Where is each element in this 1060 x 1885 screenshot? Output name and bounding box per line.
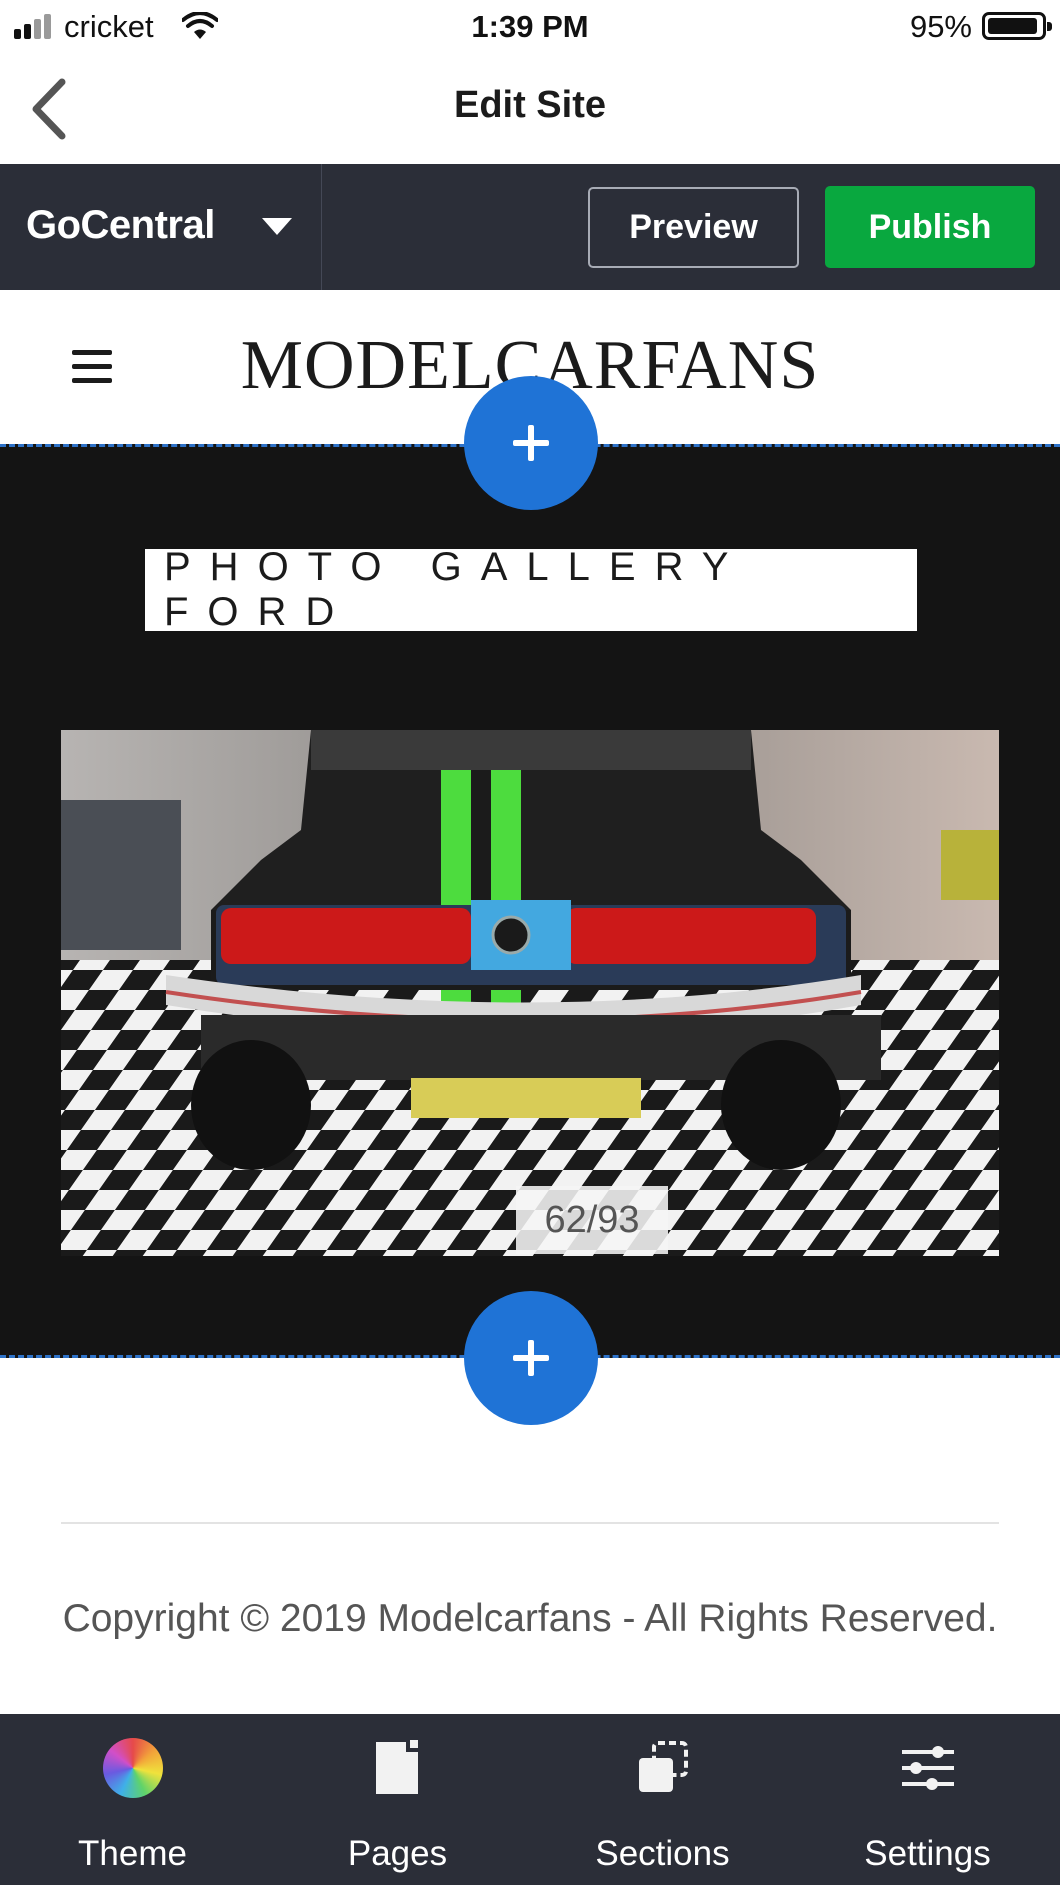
sliders-icon	[901, 1746, 954, 1790]
gallery-photo[interactable]: 62/93	[61, 730, 999, 1256]
brand-label: GoCentral	[26, 203, 215, 247]
tab-label: Sections	[595, 1834, 730, 1873]
page-title: Edit Site	[453, 84, 607, 126]
sections-icon	[638, 1741, 688, 1792]
tab-theme[interactable]: Theme	[0, 1714, 265, 1885]
tab-label: Settings	[864, 1834, 991, 1873]
add-section-button-bottom[interactable]	[464, 1291, 598, 1425]
page-icon	[375, 1740, 418, 1794]
gallery-title: PHOTO GALLERY FORD	[164, 545, 747, 634]
gallery-title-box: PHOTO GALLERY FORD	[145, 545, 917, 634]
color-wheel-icon	[102, 1738, 163, 1798]
add-section-button-top[interactable]	[464, 376, 598, 510]
brand-menu-button[interactable]: GoCentral	[0, 164, 322, 290]
car-photo-image	[61, 730, 999, 1256]
editor-toolbar: GoCentral Preview Publish	[0, 164, 1060, 290]
battery-icon	[982, 12, 1052, 40]
preview-button[interactable]: Preview	[588, 187, 799, 268]
tab-sections[interactable]: Sections	[530, 1714, 795, 1885]
bottom-tab-bar: Theme Pages Sections Settings	[0, 1714, 1060, 1885]
photo-counter: 62/93	[516, 1186, 668, 1254]
caret-down-icon	[262, 218, 292, 235]
battery-fill	[988, 18, 1037, 34]
tab-settings[interactable]: Settings	[795, 1714, 1060, 1885]
footer-divider	[61, 1522, 999, 1524]
status-time: 1:39 PM	[471, 9, 589, 44]
publish-button[interactable]: Publish	[825, 186, 1035, 268]
tab-label: Theme	[78, 1834, 187, 1873]
navigation-bar: Edit Site	[0, 54, 1060, 164]
gallery-section[interactable]: PHOTO GALLERY FORD 62/93	[0, 444, 1060, 1358]
battery-percent: 95%	[909, 9, 972, 44]
status-bar: cricket 1:39 PM 95%	[0, 0, 1060, 54]
copyright-text: Copyright © 2019 Modelcarfans - All Righ…	[62, 1597, 998, 1640]
tab-pages[interactable]: Pages	[265, 1714, 530, 1885]
tab-label: Pages	[347, 1834, 448, 1873]
